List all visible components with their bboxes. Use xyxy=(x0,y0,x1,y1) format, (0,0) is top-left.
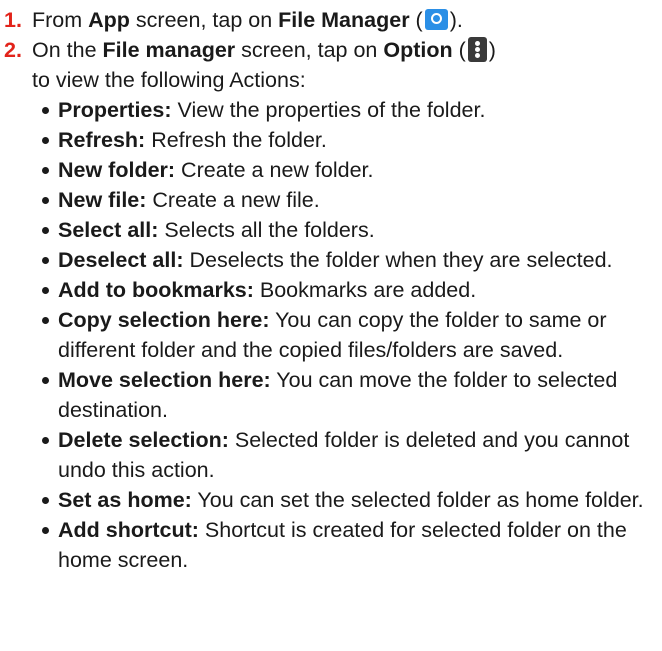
step-text-part: On the xyxy=(32,38,103,62)
action-description: Bookmarks are added. xyxy=(253,278,477,302)
action-description: Deselects the folder when they are selec… xyxy=(183,248,613,272)
step-emphasis: App xyxy=(88,8,130,32)
step-text: From App screen, tap on File Manager (). xyxy=(32,5,656,35)
list-item: Delete selection: Selected folder is del… xyxy=(41,425,656,485)
action-description: Selects all the folders. xyxy=(158,218,375,242)
step-1: 1. From App screen, tap on File Manager … xyxy=(4,5,656,35)
action-term: Select all: xyxy=(58,218,159,242)
list-item: New folder: Create a new folder. xyxy=(41,155,656,185)
action-description: View the properties of the folder. xyxy=(171,98,486,122)
list-item: New file: Create a new file. xyxy=(41,185,656,215)
list-item: Add shortcut: Shortcut is created for se… xyxy=(41,515,656,575)
step-emphasis: File manager xyxy=(102,38,236,62)
list-item: Move selection here: You can move the fo… xyxy=(41,365,656,425)
step-text: On the File manager screen, tap on Optio… xyxy=(32,35,656,95)
action-term: Move selection here: xyxy=(58,368,271,392)
action-term: Copy selection here: xyxy=(58,308,270,332)
step-text-part: ) xyxy=(488,38,496,62)
action-term: Properties: xyxy=(58,98,172,122)
action-term: New file: xyxy=(58,188,147,212)
step-emphasis: File Manager xyxy=(278,8,410,32)
actions-list: Properties: View the properties of the f… xyxy=(4,95,656,575)
step-number: 1. xyxy=(4,8,22,32)
action-description: Create a new file. xyxy=(146,188,320,212)
action-term: Deselect all: xyxy=(58,248,184,272)
step-2: 2. On the File manager screen, tap on Op… xyxy=(4,35,656,95)
action-term: New folder: xyxy=(58,158,176,182)
action-description: Create a new folder. xyxy=(175,158,374,182)
action-term: Add to bookmarks: xyxy=(58,278,254,302)
list-item: Properties: View the properties of the f… xyxy=(41,95,656,125)
instructions-document: 1. From App screen, tap on File Manager … xyxy=(4,5,656,575)
step-text-part: screen, tap on xyxy=(235,38,384,62)
list-item: Deselect all: Deselects the folder when … xyxy=(41,245,656,275)
step-number: 2. xyxy=(4,38,22,62)
list-item: Select all: Selects all the folders. xyxy=(41,215,656,245)
step-text-part: ( xyxy=(452,38,466,62)
step-text-part: ( xyxy=(409,8,423,32)
list-item: Set as home: You can set the selected fo… xyxy=(41,485,656,515)
action-term: Refresh: xyxy=(58,128,146,152)
list-item: Add to bookmarks: Bookmarks are added. xyxy=(41,275,656,305)
step-emphasis: Option xyxy=(383,38,453,62)
action-term: Add shortcut: xyxy=(58,518,199,542)
step-text-part: screen, tap on xyxy=(129,8,279,32)
list-item: Copy selection here: You can copy the fo… xyxy=(41,305,656,365)
list-item: Refresh: Refresh the folder. xyxy=(41,125,656,155)
step-text-part: ). xyxy=(449,8,463,32)
action-description: Refresh the folder. xyxy=(145,128,327,152)
step-text-part: From xyxy=(32,8,89,32)
file-manager-icon xyxy=(424,9,448,30)
options-menu-icon xyxy=(467,37,487,62)
step-text-part: to view the following Actions: xyxy=(32,68,306,92)
action-term: Delete selection: xyxy=(58,428,229,452)
action-description: You can set the selected folder as home … xyxy=(191,488,644,512)
action-term: Set as home: xyxy=(58,488,192,512)
